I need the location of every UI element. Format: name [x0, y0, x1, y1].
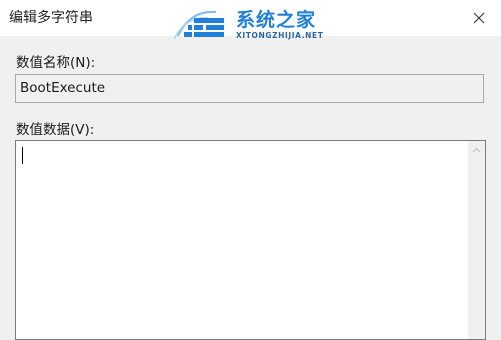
- value-name-field: BootExecute: [15, 74, 484, 103]
- value-name-label: 数值名称(N):: [16, 55, 96, 71]
- close-button[interactable]: [456, 0, 501, 36]
- close-icon: [473, 12, 484, 24]
- watermark-site-url: XITONGZHIJIA.NET: [236, 31, 324, 40]
- watermark-site-name: 系统之家: [236, 9, 317, 31]
- text-caret: [22, 147, 23, 164]
- scroll-up-button[interactable]: [468, 141, 485, 158]
- watermark: 系统之家 XITONGZHIJIA.NET: [172, 3, 332, 45]
- window-title: 编辑多字符串: [9, 10, 93, 26]
- value-data-label: 数值数据(V):: [16, 122, 95, 138]
- value-data-textarea[interactable]: [15, 140, 486, 340]
- vertical-scrollbar[interactable]: [468, 141, 485, 339]
- site-logo-icon: [173, 10, 224, 40]
- scroll-up-arrow-icon: [472, 147, 481, 152]
